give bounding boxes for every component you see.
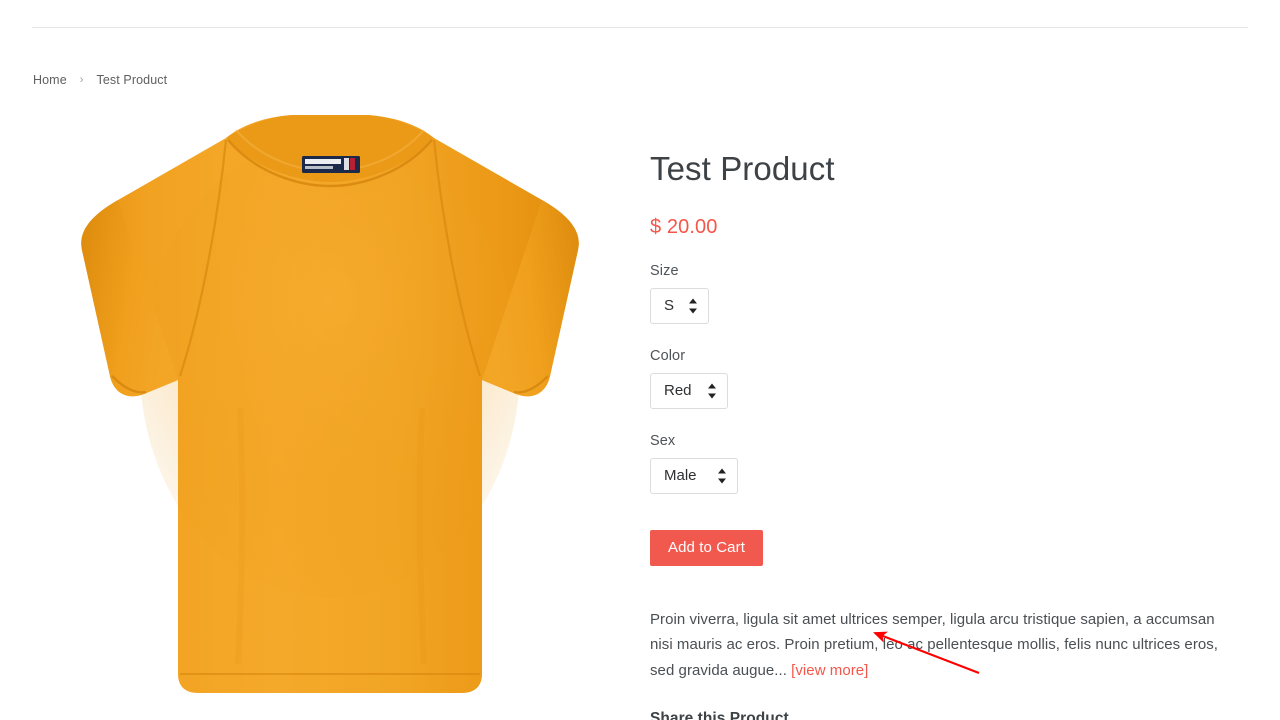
sex-select[interactable]: Male (650, 457, 738, 494)
share-heading: Share this Product (650, 710, 789, 720)
header-divider (32, 27, 1248, 28)
size-label: Size (650, 262, 679, 279)
stepper-arrows-icon (689, 297, 698, 314)
size-select[interactable]: S (650, 287, 710, 324)
product-details: Test Product $ 20.00 Size S Color Red Se… (650, 150, 1250, 720)
sex-label: Sex (650, 432, 676, 449)
size-selected-value: S (664, 296, 675, 314)
breadcrumb: Home › Test Product (33, 73, 167, 87)
tshirt-svg (81, 115, 579, 693)
color-label: Color (650, 347, 686, 364)
option-group-sex: Sex Male (650, 409, 1250, 494)
option-group-color: Color Red (650, 324, 1250, 409)
shirt-highlight (140, 138, 520, 598)
product-title: Test Product (650, 150, 835, 187)
tshirt-illustration (30, 108, 630, 708)
option-group-size: Size S (650, 239, 1250, 324)
product-image[interactable] (30, 108, 630, 708)
stepper-arrows-icon (718, 467, 727, 484)
stepper-arrows-icon (708, 382, 717, 399)
color-select[interactable]: Red (650, 372, 728, 409)
product-page: Home › Test Product Test Product $ 20.00… (0, 0, 1280, 720)
breadcrumb-current: Test Product (96, 73, 168, 87)
breadcrumb-home-link[interactable]: Home (33, 73, 67, 87)
product-price: $ 20.00 (650, 215, 718, 238)
product-description: Proin viverra, ligula sit amet ultrices … (650, 566, 1224, 684)
brand-label-icon (302, 156, 360, 173)
add-to-cart-button[interactable]: Add to Cart (650, 529, 763, 566)
view-more-link[interactable]: [view more] (791, 662, 868, 679)
product-description-text: Proin viverra, ligula sit amet ultrices … (650, 610, 1219, 679)
chevron-right-icon: › (79, 74, 84, 86)
cart-actions: Add to Cart (650, 494, 1250, 566)
